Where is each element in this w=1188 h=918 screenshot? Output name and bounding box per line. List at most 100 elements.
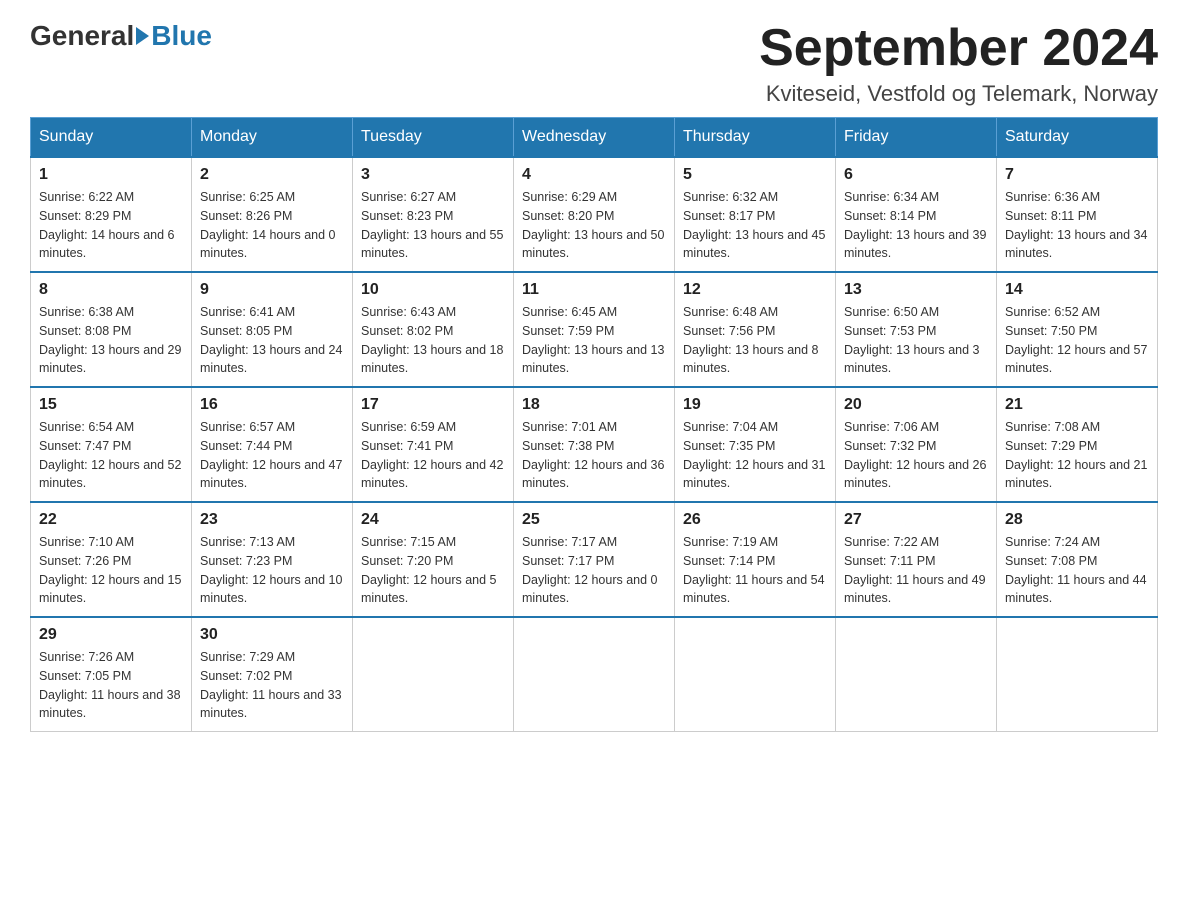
calendar-week-row: 8 Sunrise: 6:38 AMSunset: 8:08 PMDayligh… <box>31 272 1158 387</box>
table-row: 29 Sunrise: 7:26 AMSunset: 7:05 PMDaylig… <box>31 617 192 732</box>
day-info: Sunrise: 6:54 AMSunset: 7:47 PMDaylight:… <box>39 418 183 493</box>
day-info: Sunrise: 7:17 AMSunset: 7:17 PMDaylight:… <box>522 533 666 608</box>
page-title: September 2024 <box>759 20 1158 77</box>
table-row: 27 Sunrise: 7:22 AMSunset: 7:11 PMDaylig… <box>836 502 997 617</box>
day-number: 26 <box>683 511 827 529</box>
calendar-week-row: 22 Sunrise: 7:10 AMSunset: 7:26 PMDaylig… <box>31 502 1158 617</box>
day-number: 23 <box>200 511 344 529</box>
day-number: 22 <box>39 511 183 529</box>
calendar-header-row: Sunday Monday Tuesday Wednesday Thursday… <box>31 118 1158 158</box>
day-number: 21 <box>1005 396 1149 414</box>
header-thursday: Thursday <box>675 118 836 158</box>
logo-general-text: General <box>30 20 134 52</box>
table-row: 15 Sunrise: 6:54 AMSunset: 7:47 PMDaylig… <box>31 387 192 502</box>
day-number: 3 <box>361 166 505 184</box>
day-info: Sunrise: 7:06 AMSunset: 7:32 PMDaylight:… <box>844 418 988 493</box>
day-info: Sunrise: 6:25 AMSunset: 8:26 PMDaylight:… <box>200 188 344 263</box>
day-info: Sunrise: 7:29 AMSunset: 7:02 PMDaylight:… <box>200 648 344 723</box>
day-info: Sunrise: 6:48 AMSunset: 7:56 PMDaylight:… <box>683 303 827 378</box>
table-row: 17 Sunrise: 6:59 AMSunset: 7:41 PMDaylig… <box>353 387 514 502</box>
day-info: Sunrise: 7:01 AMSunset: 7:38 PMDaylight:… <box>522 418 666 493</box>
day-number: 24 <box>361 511 505 529</box>
day-number: 19 <box>683 396 827 414</box>
header-tuesday: Tuesday <box>353 118 514 158</box>
day-number: 7 <box>1005 166 1149 184</box>
day-number: 9 <box>200 281 344 299</box>
table-row: 3 Sunrise: 6:27 AMSunset: 8:23 PMDayligh… <box>353 157 514 272</box>
day-info: Sunrise: 6:36 AMSunset: 8:11 PMDaylight:… <box>1005 188 1149 263</box>
table-row: 5 Sunrise: 6:32 AMSunset: 8:17 PMDayligh… <box>675 157 836 272</box>
table-row: 9 Sunrise: 6:41 AMSunset: 8:05 PMDayligh… <box>192 272 353 387</box>
day-info: Sunrise: 7:04 AMSunset: 7:35 PMDaylight:… <box>683 418 827 493</box>
header-friday: Friday <box>836 118 997 158</box>
logo-area: General Blue <box>30 20 212 52</box>
day-number: 2 <box>200 166 344 184</box>
title-area: September 2024 Kviteseid, Vestfold og Te… <box>759 20 1158 107</box>
table-row: 18 Sunrise: 7:01 AMSunset: 7:38 PMDaylig… <box>514 387 675 502</box>
day-number: 20 <box>844 396 988 414</box>
table-row: 26 Sunrise: 7:19 AMSunset: 7:14 PMDaylig… <box>675 502 836 617</box>
calendar-week-row: 29 Sunrise: 7:26 AMSunset: 7:05 PMDaylig… <box>31 617 1158 732</box>
day-info: Sunrise: 7:19 AMSunset: 7:14 PMDaylight:… <box>683 533 827 608</box>
calendar-week-row: 1 Sunrise: 6:22 AMSunset: 8:29 PMDayligh… <box>31 157 1158 272</box>
day-number: 15 <box>39 396 183 414</box>
table-row: 2 Sunrise: 6:25 AMSunset: 8:26 PMDayligh… <box>192 157 353 272</box>
day-number: 4 <box>522 166 666 184</box>
table-row: 21 Sunrise: 7:08 AMSunset: 7:29 PMDaylig… <box>997 387 1158 502</box>
day-number: 14 <box>1005 281 1149 299</box>
table-row: 19 Sunrise: 7:04 AMSunset: 7:35 PMDaylig… <box>675 387 836 502</box>
table-row: 10 Sunrise: 6:43 AMSunset: 8:02 PMDaylig… <box>353 272 514 387</box>
table-row: 1 Sunrise: 6:22 AMSunset: 8:29 PMDayligh… <box>31 157 192 272</box>
day-info: Sunrise: 6:57 AMSunset: 7:44 PMDaylight:… <box>200 418 344 493</box>
calendar-table: Sunday Monday Tuesday Wednesday Thursday… <box>30 117 1158 732</box>
day-info: Sunrise: 6:29 AMSunset: 8:20 PMDaylight:… <box>522 188 666 263</box>
table-row: 30 Sunrise: 7:29 AMSunset: 7:02 PMDaylig… <box>192 617 353 732</box>
day-info: Sunrise: 6:34 AMSunset: 8:14 PMDaylight:… <box>844 188 988 263</box>
day-info: Sunrise: 7:26 AMSunset: 7:05 PMDaylight:… <box>39 648 183 723</box>
table-row: 8 Sunrise: 6:38 AMSunset: 8:08 PMDayligh… <box>31 272 192 387</box>
day-number: 1 <box>39 166 183 184</box>
table-row: 22 Sunrise: 7:10 AMSunset: 7:26 PMDaylig… <box>31 502 192 617</box>
table-row <box>675 617 836 732</box>
day-info: Sunrise: 7:10 AMSunset: 7:26 PMDaylight:… <box>39 533 183 608</box>
day-number: 6 <box>844 166 988 184</box>
day-number: 11 <box>522 281 666 299</box>
table-row: 13 Sunrise: 6:50 AMSunset: 7:53 PMDaylig… <box>836 272 997 387</box>
day-info: Sunrise: 6:43 AMSunset: 8:02 PMDaylight:… <box>361 303 505 378</box>
table-row: 14 Sunrise: 6:52 AMSunset: 7:50 PMDaylig… <box>997 272 1158 387</box>
table-row <box>997 617 1158 732</box>
logo-blue-text: Blue <box>151 20 212 52</box>
day-number: 28 <box>1005 511 1149 529</box>
table-row: 24 Sunrise: 7:15 AMSunset: 7:20 PMDaylig… <box>353 502 514 617</box>
page-header: General Blue September 2024 Kviteseid, V… <box>30 20 1158 107</box>
day-info: Sunrise: 7:08 AMSunset: 7:29 PMDaylight:… <box>1005 418 1149 493</box>
day-number: 5 <box>683 166 827 184</box>
day-info: Sunrise: 6:41 AMSunset: 8:05 PMDaylight:… <box>200 303 344 378</box>
day-info: Sunrise: 6:27 AMSunset: 8:23 PMDaylight:… <box>361 188 505 263</box>
table-row: 28 Sunrise: 7:24 AMSunset: 7:08 PMDaylig… <box>997 502 1158 617</box>
day-number: 12 <box>683 281 827 299</box>
header-sunday: Sunday <box>31 118 192 158</box>
day-info: Sunrise: 7:13 AMSunset: 7:23 PMDaylight:… <box>200 533 344 608</box>
header-monday: Monday <box>192 118 353 158</box>
day-number: 27 <box>844 511 988 529</box>
day-number: 10 <box>361 281 505 299</box>
logo-triangle-icon <box>136 27 149 45</box>
table-row: 16 Sunrise: 6:57 AMSunset: 7:44 PMDaylig… <box>192 387 353 502</box>
day-info: Sunrise: 7:24 AMSunset: 7:08 PMDaylight:… <box>1005 533 1149 608</box>
day-number: 29 <box>39 626 183 644</box>
table-row: 25 Sunrise: 7:17 AMSunset: 7:17 PMDaylig… <box>514 502 675 617</box>
day-number: 8 <box>39 281 183 299</box>
table-row <box>514 617 675 732</box>
table-row: 23 Sunrise: 7:13 AMSunset: 7:23 PMDaylig… <box>192 502 353 617</box>
day-number: 25 <box>522 511 666 529</box>
day-info: Sunrise: 6:38 AMSunset: 8:08 PMDaylight:… <box>39 303 183 378</box>
table-row: 11 Sunrise: 6:45 AMSunset: 7:59 PMDaylig… <box>514 272 675 387</box>
day-info: Sunrise: 6:32 AMSunset: 8:17 PMDaylight:… <box>683 188 827 263</box>
table-row <box>353 617 514 732</box>
day-number: 17 <box>361 396 505 414</box>
table-row: 4 Sunrise: 6:29 AMSunset: 8:20 PMDayligh… <box>514 157 675 272</box>
day-number: 30 <box>200 626 344 644</box>
table-row: 12 Sunrise: 6:48 AMSunset: 7:56 PMDaylig… <box>675 272 836 387</box>
day-info: Sunrise: 6:59 AMSunset: 7:41 PMDaylight:… <box>361 418 505 493</box>
